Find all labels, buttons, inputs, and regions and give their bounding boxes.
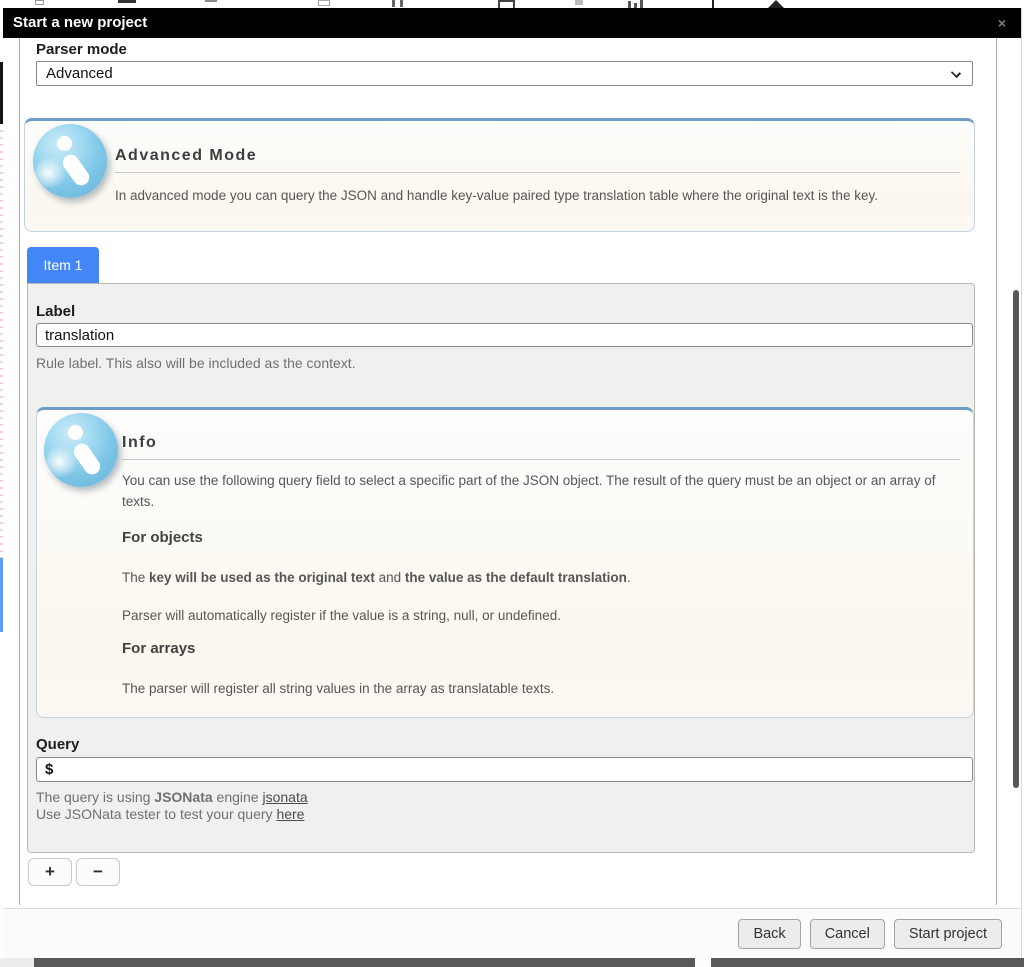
advanced-mode-panel — [24, 118, 975, 232]
info-panel — [36, 407, 974, 718]
advanced-mode-body: In advanced mode you can query the JSON … — [115, 185, 963, 206]
toolbar-icon-fragment — [118, 0, 136, 3]
objects-line: The key will be used as the original tex… — [122, 567, 950, 588]
info-heading: Info — [122, 434, 157, 452]
toolbar-icon-fragment — [712, 0, 714, 8]
screen: Start a new project × Parser mode Advanc… — [0, 0, 1024, 967]
info-icon-stick — [71, 440, 104, 477]
jsonata-link[interactable]: jsonata — [262, 789, 307, 805]
info-intro: You can use the following query field to… — [122, 470, 950, 512]
vertical-scrollbar-thumb[interactable] — [1013, 290, 1019, 788]
background-bottom-bar-gap — [695, 958, 711, 967]
query-help-1: The query is using JSONata engine jsonat… — [36, 789, 308, 805]
toolbar-icon-fragment — [318, 0, 330, 6]
divider — [115, 172, 960, 173]
objects-note: Parser will automatically register if th… — [122, 605, 950, 626]
divider — [122, 459, 960, 460]
toolbar-icon-fragment — [205, 0, 217, 2]
for-objects-heading: For objects — [122, 529, 203, 546]
label-input[interactable] — [36, 323, 973, 347]
toolbar-icon-fragment — [400, 0, 403, 7]
parser-mode-select[interactable]: Advanced — [36, 61, 973, 86]
info-icon-dot — [68, 425, 83, 440]
info-icon-dot — [57, 136, 72, 151]
add-item-button[interactable]: + — [28, 858, 72, 886]
query-label: Query — [36, 736, 79, 753]
remove-item-button[interactable]: − — [76, 858, 120, 886]
background-bottom-bar — [34, 958, 1024, 967]
tab-item-1[interactable]: Item 1 — [27, 247, 99, 283]
toolbar-icon-fragment — [392, 0, 395, 7]
content-right-border — [996, 38, 997, 905]
modal-title: Start a new project — [13, 8, 147, 38]
toolbar-icon-fragment — [35, 0, 44, 5]
info-ball-icon — [33, 124, 107, 198]
label-help: Rule label. This also will be included a… — [36, 355, 356, 371]
toolbar-icon-fragment — [768, 0, 784, 8]
for-arrays-heading: For arrays — [122, 640, 195, 657]
toolbar-icon-fragment — [628, 1, 631, 8]
parser-mode-value: Advanced — [46, 62, 113, 85]
close-icon[interactable]: × — [991, 8, 1013, 38]
modal-footer: Back Cancel Start project — [3, 908, 1021, 958]
modal-right-border — [1021, 8, 1022, 958]
query-help-2: Use JSONata tester to test your query he… — [36, 806, 304, 822]
info-ball-icon — [44, 413, 118, 487]
back-button[interactable]: Back — [738, 919, 800, 949]
query-input[interactable] — [36, 757, 973, 782]
info-icon-stick — [60, 151, 93, 188]
label-field-label: Label — [36, 303, 75, 320]
background-bottom-corner — [0, 958, 34, 967]
toolbar-icon-fragment — [640, 0, 643, 8]
start-project-button[interactable]: Start project — [894, 919, 1002, 949]
arrays-line: The parser will register all string valu… — [122, 678, 950, 699]
jsonata-tester-link[interactable]: here — [276, 806, 304, 822]
parser-mode-label: Parser mode — [36, 41, 127, 58]
content-left-border — [19, 38, 20, 905]
toolbar-icon-fragment — [575, 0, 583, 5]
cancel-button[interactable]: Cancel — [810, 919, 885, 949]
chevron-down-icon — [951, 68, 961, 78]
modal-titlebar: Start a new project × — [3, 8, 1021, 38]
toolbar-icon-fragment — [498, 0, 515, 8]
advanced-mode-heading: Advanced Mode — [115, 147, 257, 165]
background-toolbar-sliver — [0, 0, 1024, 8]
